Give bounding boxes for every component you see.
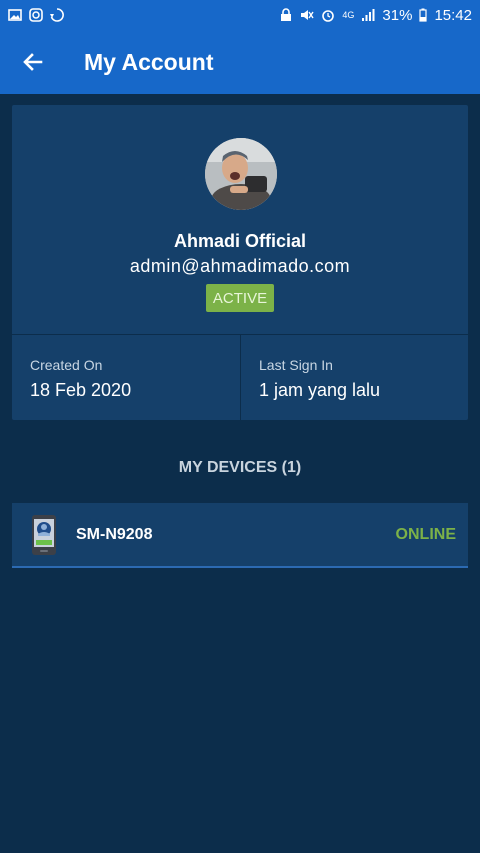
divider-vertical (240, 335, 241, 420)
profile-card: Ahmadi Official admin@ahmadimado.com ACT… (12, 105, 468, 420)
lock-icon (279, 8, 293, 22)
status-bar: 4G 31% 15:42 (0, 0, 480, 30)
instagram-icon (29, 8, 43, 22)
mute-icon (300, 8, 314, 22)
arrow-left-icon (23, 53, 43, 71)
battery-percent: 31% (382, 6, 413, 24)
back-button[interactable] (19, 48, 47, 76)
gallery-icon (8, 8, 22, 22)
alarm-icon (321, 8, 335, 22)
user-photo-icon (205, 138, 277, 210)
battery-icon (419, 8, 428, 22)
device-list-item[interactable]: SM-N9208 ONLINE (12, 503, 468, 568)
page-title: My Account (84, 48, 214, 75)
created-on-value: 18 Feb 2020 (30, 380, 132, 400)
app-bar: My Account (0, 30, 480, 94)
avatar[interactable] (205, 138, 277, 210)
network-type: 4G (342, 10, 355, 20)
status-badge: ACTIVE (206, 284, 274, 312)
phone-icon (31, 514, 57, 556)
sync-icon (50, 8, 64, 22)
devices-section-title: MY DEVICES (1) (178, 459, 302, 476)
last-sign-in-value: 1 jam yang lalu (259, 380, 381, 400)
device-status: ONLINE (395, 525, 456, 543)
last-sign-in-label: Last Sign In (259, 357, 333, 373)
profile-email: admin@ahmadimado.com (129, 256, 351, 276)
clock-time: 15:42 (434, 6, 472, 24)
device-name: SM-N9208 (76, 525, 153, 543)
profile-name: Ahmadi Official (173, 231, 307, 251)
created-on-label: Created On (30, 357, 103, 373)
signal-icon (361, 8, 375, 22)
